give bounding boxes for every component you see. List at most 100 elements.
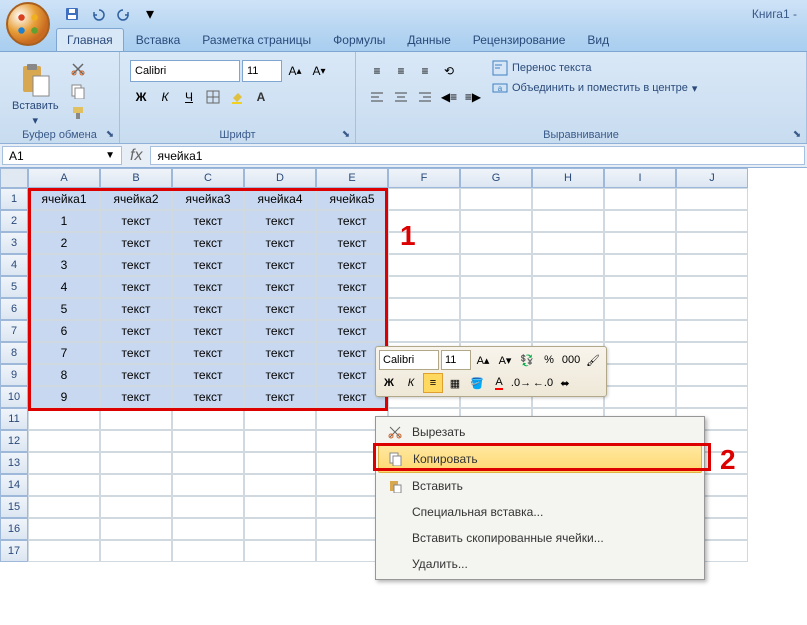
shrink-font-icon[interactable]: A▾ <box>308 60 330 82</box>
cell-H1[interactable] <box>532 188 604 210</box>
copy-icon[interactable] <box>69 82 87 100</box>
cell-D14[interactable] <box>244 474 316 496</box>
cell-H2[interactable] <box>532 210 604 232</box>
cell-D9[interactable]: текст <box>244 364 316 386</box>
cell-C11[interactable] <box>172 408 244 430</box>
align-bottom-icon[interactable]: ≡ <box>414 60 436 82</box>
cell-C3[interactable]: текст <box>172 232 244 254</box>
cell-C14[interactable] <box>172 474 244 496</box>
cell-F2[interactable] <box>388 210 460 232</box>
cell-D3[interactable]: текст <box>244 232 316 254</box>
mini-currency-icon[interactable]: 💱 <box>517 350 537 370</box>
align-top-icon[interactable]: ≡ <box>366 60 388 82</box>
cell-G3[interactable] <box>460 232 532 254</box>
tab-review[interactable]: Рецензирование <box>463 29 576 51</box>
cell-A5[interactable]: 4 <box>28 276 100 298</box>
cell-C2[interactable]: текст <box>172 210 244 232</box>
paste-dropdown-icon[interactable]: ▾ <box>33 114 39 127</box>
cell-B9[interactable]: текст <box>100 364 172 386</box>
cell-J6[interactable] <box>676 298 748 320</box>
cell-B2[interactable]: текст <box>100 210 172 232</box>
wrap-text-button[interactable]: Перенос текста <box>492 60 697 76</box>
row-header-4[interactable]: 4 <box>0 254 28 276</box>
cell-B3[interactable]: текст <box>100 232 172 254</box>
cell-B10[interactable]: текст <box>100 386 172 408</box>
align-right-icon[interactable] <box>414 86 436 108</box>
decrease-indent-icon[interactable]: ◀≡ <box>438 86 460 108</box>
cell-J1[interactable] <box>676 188 748 210</box>
col-header-I[interactable]: I <box>604 168 676 188</box>
font-launcher-icon[interactable]: ⬊ <box>339 127 353 141</box>
cell-G1[interactable] <box>460 188 532 210</box>
increase-indent-icon[interactable]: ≡▶ <box>462 86 484 108</box>
cell-G2[interactable] <box>460 210 532 232</box>
cell-H7[interactable] <box>532 320 604 342</box>
save-icon[interactable] <box>62 4 82 24</box>
cell-A4[interactable]: 3 <box>28 254 100 276</box>
merge-center-button[interactable]: a Объединить и поместить в центре ▾ <box>492 80 697 96</box>
cell-D2[interactable]: текст <box>244 210 316 232</box>
col-header-B[interactable]: B <box>100 168 172 188</box>
row-header-8[interactable]: 8 <box>0 342 28 364</box>
tab-home[interactable]: Главная <box>56 28 124 51</box>
cell-D4[interactable]: текст <box>244 254 316 276</box>
tab-view[interactable]: Вид <box>577 29 619 51</box>
row-header-3[interactable]: 3 <box>0 232 28 254</box>
cell-A2[interactable]: 1 <box>28 210 100 232</box>
ctx-insert-copied[interactable]: Вставить скопированные ячейки... <box>378 525 702 551</box>
row-header-13[interactable]: 13 <box>0 452 28 474</box>
cell-I3[interactable] <box>604 232 676 254</box>
paste-button[interactable]: Вставить ▾ <box>10 60 61 129</box>
cell-C12[interactable] <box>172 430 244 452</box>
cell-A9[interactable]: 8 <box>28 364 100 386</box>
row-header-5[interactable]: 5 <box>0 276 28 298</box>
cell-A13[interactable] <box>28 452 100 474</box>
mini-italic-button[interactable]: К <box>401 373 421 393</box>
cell-G7[interactable] <box>460 320 532 342</box>
cell-E5[interactable]: текст <box>316 276 388 298</box>
col-header-H[interactable]: H <box>532 168 604 188</box>
ctx-delete[interactable]: Удалить... <box>378 551 702 577</box>
cell-I2[interactable] <box>604 210 676 232</box>
row-header-10[interactable]: 10 <box>0 386 28 408</box>
cell-D11[interactable] <box>244 408 316 430</box>
format-painter-icon[interactable] <box>69 104 87 122</box>
cell-C17[interactable] <box>172 540 244 562</box>
cell-E2[interactable]: текст <box>316 210 388 232</box>
cell-E4[interactable]: текст <box>316 254 388 276</box>
cell-J10[interactable] <box>676 386 748 408</box>
cell-C13[interactable] <box>172 452 244 474</box>
cell-A16[interactable] <box>28 518 100 540</box>
col-header-G[interactable]: G <box>460 168 532 188</box>
mini-merge-icon[interactable]: ⬌ <box>555 373 575 393</box>
cell-D15[interactable] <box>244 496 316 518</box>
row-header-2[interactable]: 2 <box>0 210 28 232</box>
cell-E1[interactable]: ячейка5 <box>316 188 388 210</box>
select-all-corner[interactable] <box>0 168 28 188</box>
alignment-launcher-icon[interactable]: ⬊ <box>790 127 804 141</box>
cell-C4[interactable]: текст <box>172 254 244 276</box>
row-header-9[interactable]: 9 <box>0 364 28 386</box>
cell-B17[interactable] <box>100 540 172 562</box>
cell-A17[interactable] <box>28 540 100 562</box>
fill-color-icon[interactable] <box>226 86 248 108</box>
cell-I6[interactable] <box>604 298 676 320</box>
font-color-icon[interactable]: A <box>250 86 272 108</box>
worksheet-grid[interactable]: ABCDEFGHIJ1ячейка1ячейка2ячейка3ячейка4я… <box>0 168 807 562</box>
fx-icon[interactable]: fx <box>130 147 142 165</box>
cell-C16[interactable] <box>172 518 244 540</box>
italic-button[interactable]: К <box>154 86 176 108</box>
cell-D12[interactable] <box>244 430 316 452</box>
cell-H4[interactable] <box>532 254 604 276</box>
cell-C8[interactable]: текст <box>172 342 244 364</box>
cell-B7[interactable]: текст <box>100 320 172 342</box>
cell-A3[interactable]: 2 <box>28 232 100 254</box>
cell-A14[interactable] <box>28 474 100 496</box>
cell-J3[interactable] <box>676 232 748 254</box>
cell-J2[interactable] <box>676 210 748 232</box>
cell-E7[interactable]: текст <box>316 320 388 342</box>
cell-A8[interactable]: 7 <box>28 342 100 364</box>
cell-H3[interactable] <box>532 232 604 254</box>
cell-F7[interactable] <box>388 320 460 342</box>
cell-F5[interactable] <box>388 276 460 298</box>
